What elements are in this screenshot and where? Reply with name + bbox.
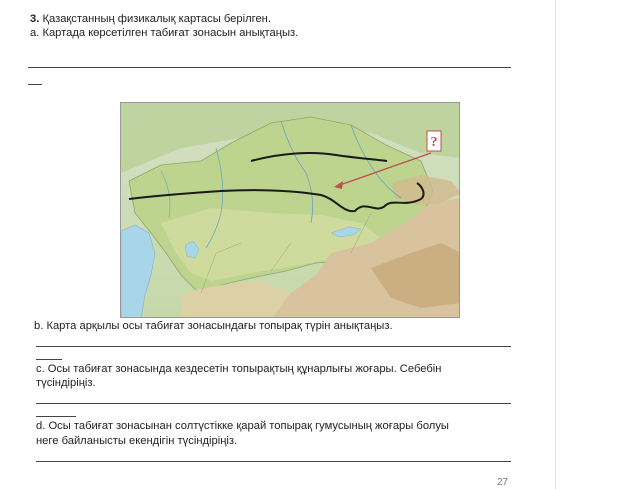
map-svg: ? — [121, 103, 459, 317]
page-number: 27 — [497, 477, 509, 488]
answer-line-b — [36, 346, 511, 347]
question-d-line2: неге байланысты екендігін түсіндіріңіз. — [36, 435, 238, 447]
question-b: b. Карта арқылы осы табиғат зонасындағы … — [34, 320, 393, 332]
answer-line-a — [28, 67, 511, 68]
worksheet-page: 3. Қазақстанның физикалық картасы берілг… — [0, 0, 555, 489]
question-3-heading: 3. Қазақстанның физикалық картасы берілг… — [30, 13, 271, 26]
kazakhstan-physical-map: ? — [120, 102, 460, 318]
question-intro: Қазақстанның физикалық картасы берілген. — [42, 13, 271, 25]
answer-line-d — [36, 461, 511, 462]
side-panel — [555, 0, 622, 489]
question-c-line1: c. Осы табиғат зонасында кездесетін топы… — [36, 363, 442, 375]
answer-line-c — [36, 403, 511, 404]
answer-line-c-short — [36, 416, 76, 417]
question-number: 3. — [30, 13, 40, 25]
question-a: a. Картада көрсетілген табиғат зонасын а… — [30, 27, 299, 39]
question-d-line1: d. Осы табиғат зонасынан солтүстікке қар… — [36, 420, 449, 432]
question-mark-label: ? — [431, 135, 438, 150]
answer-line-b-short — [36, 359, 62, 360]
answer-line-a-short — [28, 84, 42, 85]
question-c-line2: түсіндіріңіз. — [36, 377, 96, 389]
